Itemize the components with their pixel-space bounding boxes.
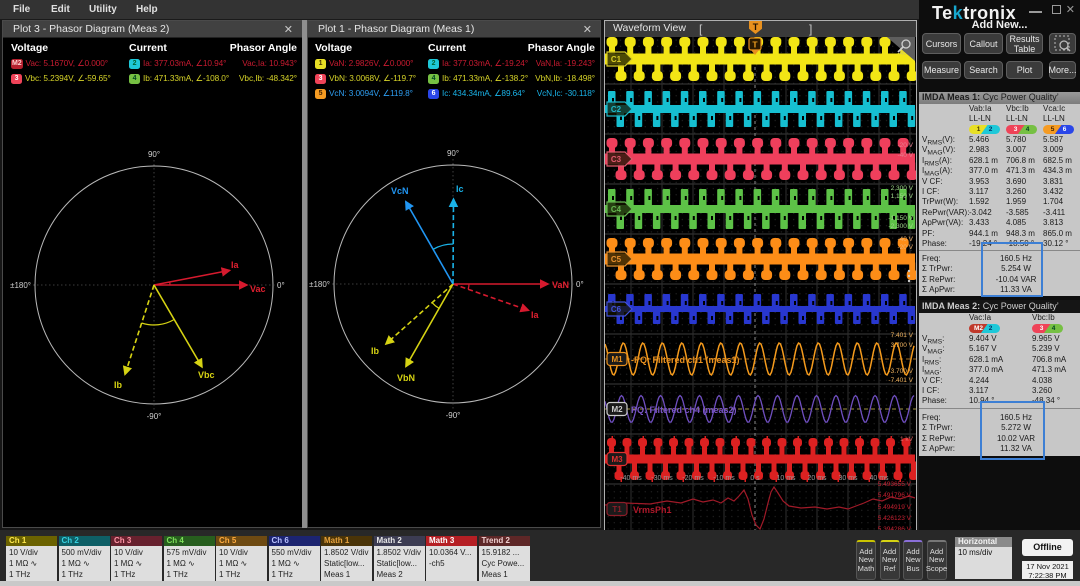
svg-text:-7.401 V: -7.401 V bbox=[888, 377, 913, 384]
svg-text:PQ: Filtered ch4 (meas2): PQ: Filtered ch4 (meas2) bbox=[631, 405, 737, 415]
svg-text:5.491796 V: 5.491796 V bbox=[878, 492, 912, 499]
svg-text:VaN: VaN bbox=[552, 280, 569, 290]
svg-text:5.426123 V: 5.426123 V bbox=[878, 515, 912, 522]
svg-text:-40 V: -40 V bbox=[897, 236, 913, 243]
svg-text:Ic: Ic bbox=[456, 184, 464, 194]
svg-text:M1: M1 bbox=[611, 355, 623, 364]
svg-text:VbN: VbN bbox=[397, 373, 415, 383]
svg-text:10 ms: 10 ms bbox=[776, 475, 796, 482]
svg-text:C6: C6 bbox=[611, 305, 622, 314]
svg-text:C1: C1 bbox=[611, 55, 622, 64]
svg-text:Vac: Vac bbox=[250, 284, 266, 294]
svg-text:C3: C3 bbox=[611, 155, 622, 164]
svg-text:Ia: Ia bbox=[531, 310, 540, 320]
svg-text:2,300 V: 2,300 V bbox=[891, 185, 914, 192]
svg-text:0 s: 0 s bbox=[750, 475, 760, 482]
svg-text:Vbc: Vbc bbox=[198, 370, 215, 380]
svg-text:M2: M2 bbox=[611, 405, 623, 414]
svg-text:T: T bbox=[752, 40, 758, 50]
svg-text:Ia: Ia bbox=[231, 260, 240, 270]
svg-text:T1: T1 bbox=[612, 505, 622, 514]
svg-text:90°: 90° bbox=[148, 150, 160, 159]
svg-text:-20 ms: -20 ms bbox=[682, 475, 704, 482]
svg-text:-3.700 V: -3.700 V bbox=[888, 368, 913, 375]
svg-text:-20 V: -20 V bbox=[897, 244, 913, 251]
svg-text:1 kV: 1 kV bbox=[900, 436, 914, 443]
svg-text:M3: M3 bbox=[611, 455, 623, 464]
svg-text:VrmsPh1: VrmsPh1 bbox=[633, 505, 672, 515]
svg-text:±180°: ±180° bbox=[309, 280, 330, 289]
svg-text:3.700 V: 3.700 V bbox=[891, 342, 914, 349]
svg-text:Ib: Ib bbox=[114, 380, 123, 390]
svg-text:0°: 0° bbox=[277, 281, 285, 290]
svg-text:1,150 V: 1,150 V bbox=[891, 193, 914, 200]
svg-text:-30 ms: -30 ms bbox=[651, 475, 673, 482]
svg-text:7.401 V: 7.401 V bbox=[891, 332, 914, 339]
svg-text:5.494919 V: 5.494919 V bbox=[878, 504, 912, 511]
svg-text:20 ms: 20 ms bbox=[807, 475, 827, 482]
svg-text:-10 ms: -10 ms bbox=[713, 475, 735, 482]
svg-text:-90°: -90° bbox=[446, 411, 461, 420]
svg-text:C4: C4 bbox=[611, 205, 622, 214]
svg-text:C5: C5 bbox=[611, 255, 622, 264]
svg-text:VcN: VcN bbox=[391, 186, 409, 196]
svg-text:-PQ: Filtered ch1 (meas1): -PQ: Filtered ch1 (meas1) bbox=[631, 355, 740, 365]
svg-text:Ib: Ib bbox=[371, 346, 380, 356]
svg-text:30 ms: 30 ms bbox=[838, 475, 858, 482]
svg-text:±180°: ±180° bbox=[10, 281, 31, 290]
svg-text:C2: C2 bbox=[611, 105, 622, 114]
svg-text:-40 V: -40 V bbox=[897, 152, 913, 159]
svg-text:5.493655 V: 5.493655 V bbox=[878, 481, 912, 488]
svg-text:-90°: -90° bbox=[147, 412, 162, 421]
svg-text:-1,150 V: -1,150 V bbox=[888, 215, 913, 222]
svg-text:-20 V: -20 V bbox=[897, 142, 913, 149]
svg-text:-40 ms: -40 ms bbox=[620, 475, 642, 482]
svg-text:0°: 0° bbox=[576, 280, 584, 289]
svg-text:-2,300 V: -2,300 V bbox=[888, 223, 913, 230]
svg-text:90°: 90° bbox=[447, 149, 459, 158]
